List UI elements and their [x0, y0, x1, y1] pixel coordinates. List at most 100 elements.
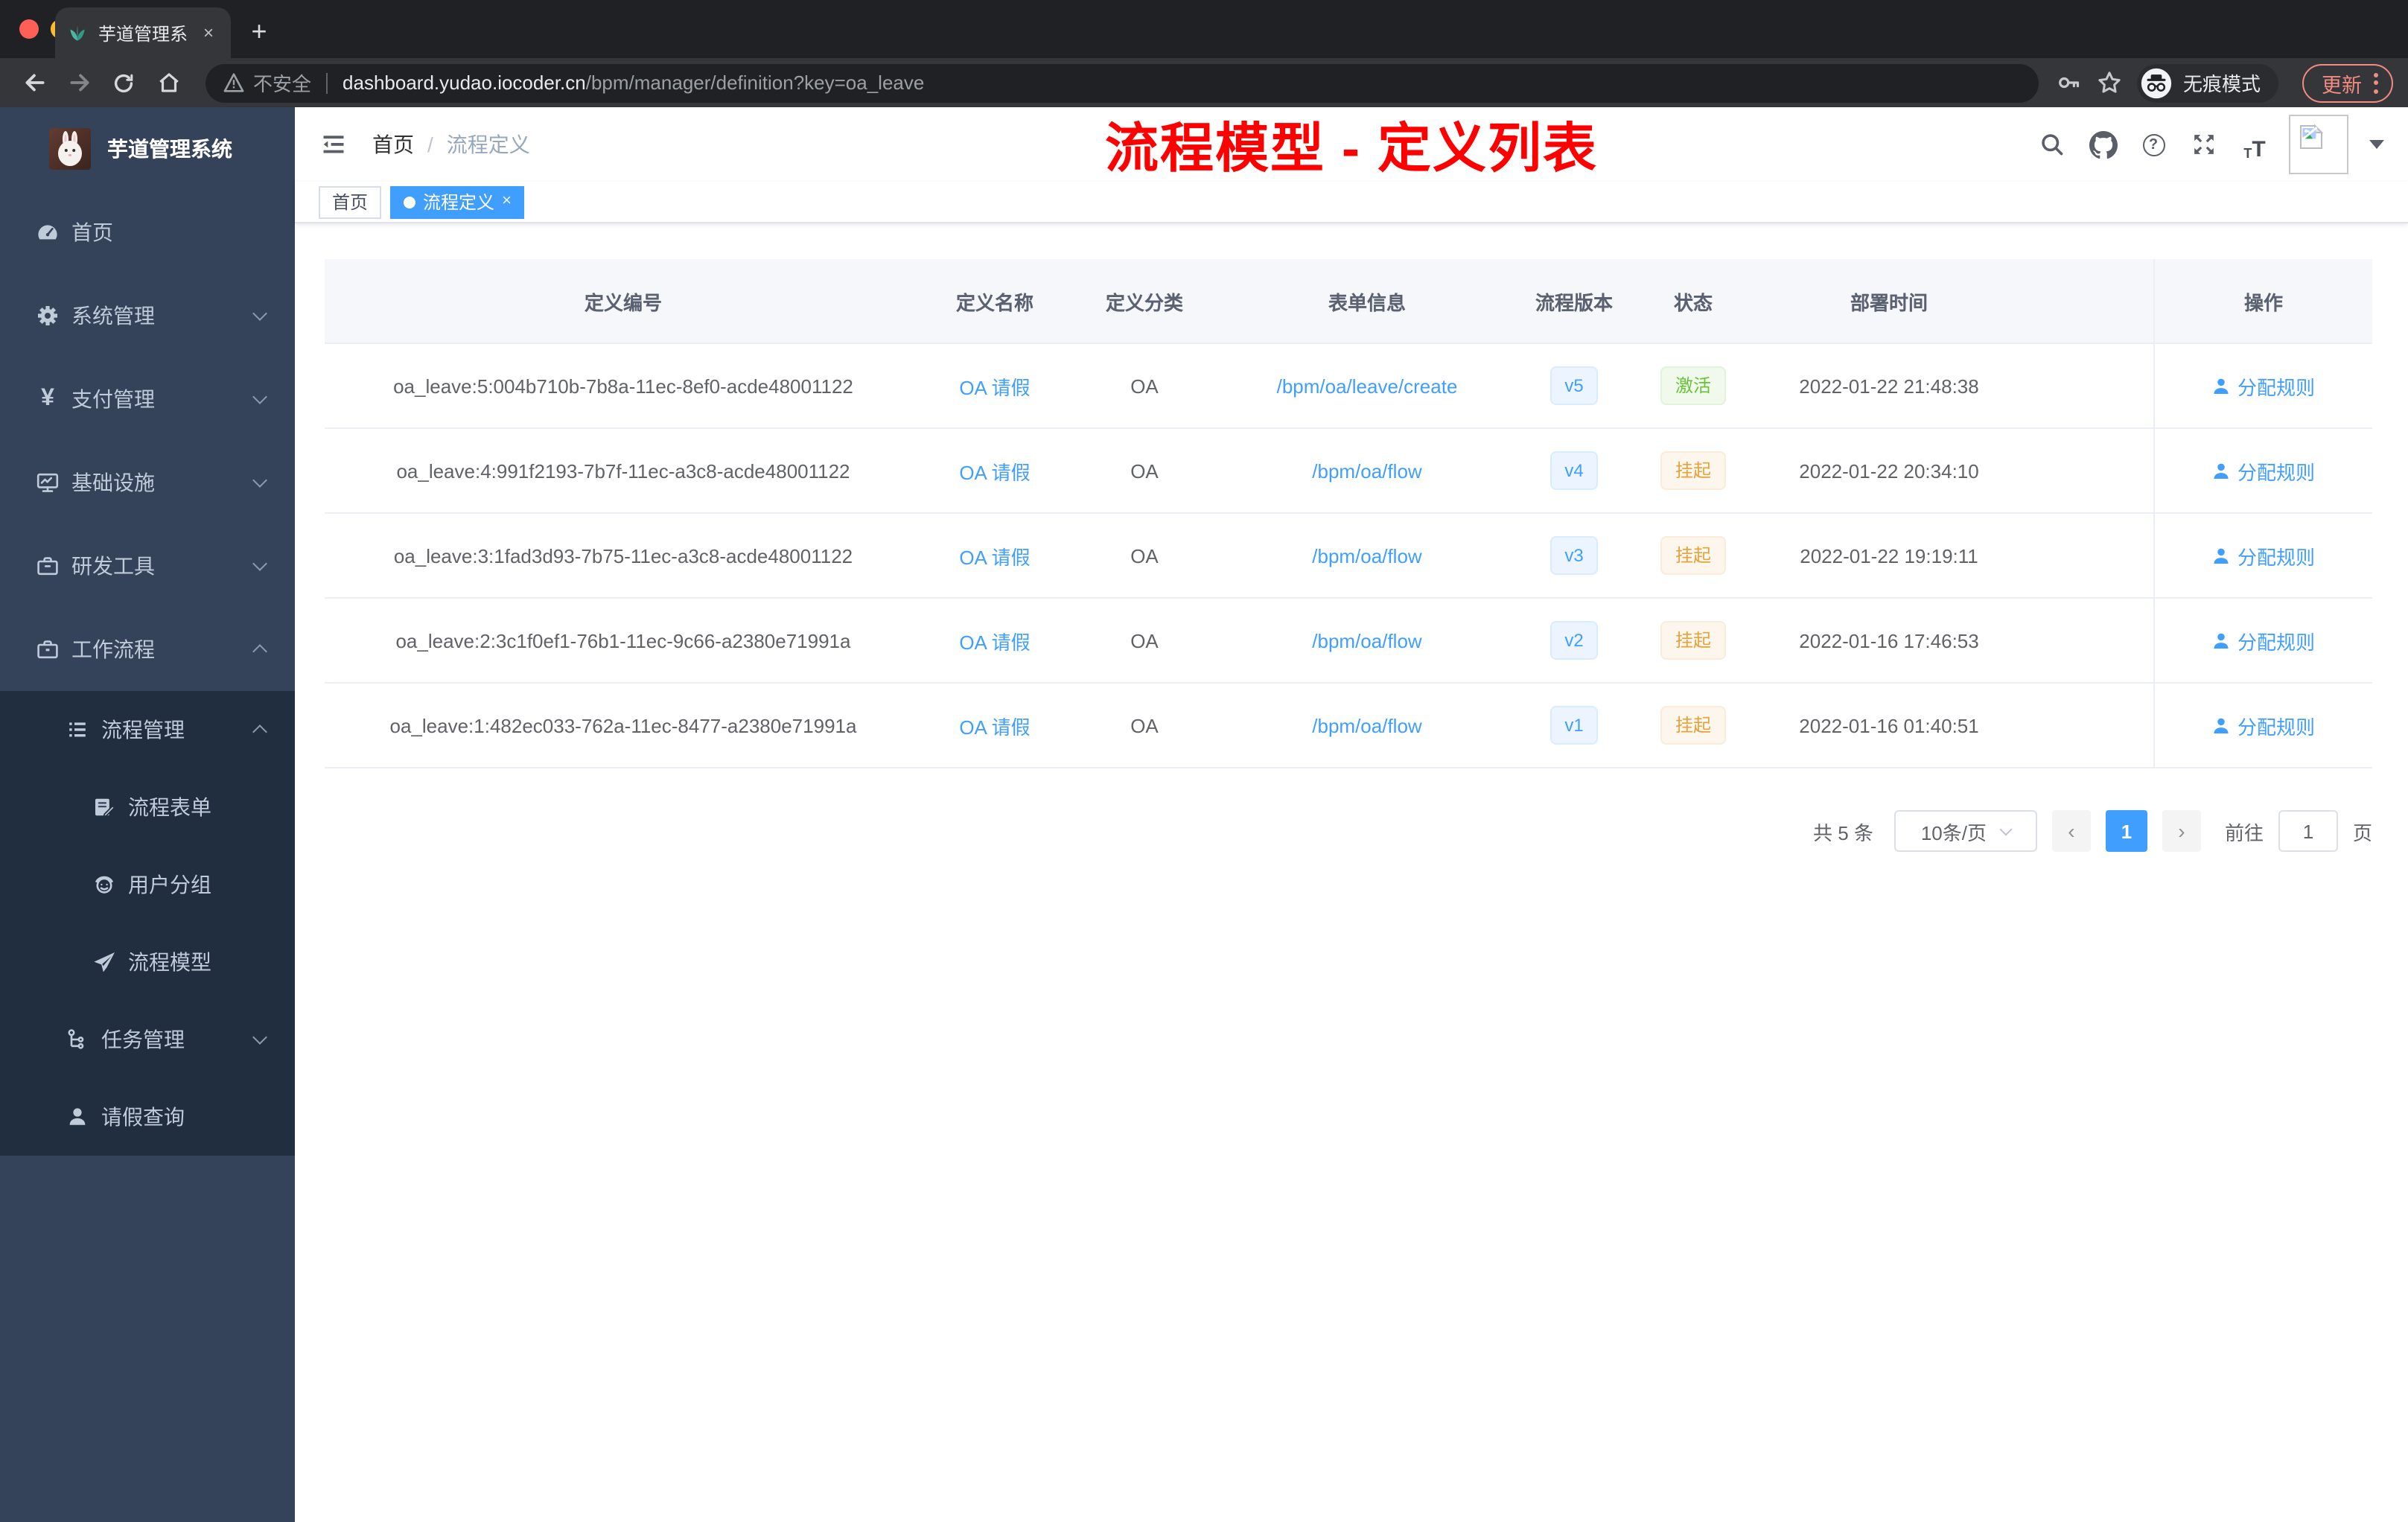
help-icon[interactable]: ?: [2137, 128, 2170, 161]
form-link[interactable]: /bpm/oa/leave/create: [1277, 375, 1458, 397]
fullscreen-icon[interactable]: [2188, 128, 2220, 161]
sidebar-item-label: 研发工具: [71, 554, 155, 578]
sidebar-item-label: 首页: [71, 220, 113, 244]
github-icon[interactable]: [2086, 128, 2119, 161]
browser-tab-strip: 芋道管理系统 × +: [0, 0, 2408, 58]
gear-icon: [36, 304, 60, 328]
assign-rule-button[interactable]: 分配规则: [2212, 456, 2315, 485]
definition-id: oa_leave:1:482ec033-762a-11ec-8477-a2380…: [389, 714, 857, 736]
paper-plane-icon: [92, 950, 116, 974]
definition-name-link[interactable]: OA 请假: [959, 456, 1030, 485]
url-text[interactable]: dashboard.yudao.iocoder.cn/bpm/manager/d…: [343, 71, 924, 94]
sidebar-item-process-form[interactable]: 流程表单: [0, 768, 295, 846]
home-icon[interactable]: [149, 63, 188, 102]
deploy-time: 2022-01-16 17:46:53: [1799, 629, 1979, 652]
sidebar-item-payment[interactable]: ¥ 支付管理: [0, 357, 295, 441]
version-badge: v2: [1549, 621, 1599, 660]
chevron-down-icon: [1999, 822, 2013, 835]
browser-tab[interactable]: 芋道管理系统 ×: [55, 7, 231, 58]
search-icon[interactable]: [2036, 128, 2068, 161]
collapse-sidebar-icon[interactable]: [319, 130, 348, 159]
tag-home[interactable]: 首页: [319, 185, 382, 218]
url-bar[interactable]: 不安全 dashboard.yudao.iocoder.cn/bpm/manag…: [206, 63, 2039, 102]
avatar-dropdown-caret-icon[interactable]: [2369, 140, 2384, 149]
navbar-actions: ? TT: [2036, 115, 2384, 174]
sidebar-item-label: 系统管理: [71, 304, 155, 328]
security-label[interactable]: 不安全: [253, 69, 311, 97]
user-icon: [2214, 547, 2229, 563]
sidebar: 芋道管理系统 首页 系统管理 ¥ 支付管理 基础设施 研发工具 工作流程 流程管…: [0, 107, 295, 1522]
definition-category: OA: [1130, 544, 1159, 567]
incognito-badge: 无痕模式: [2136, 63, 2278, 102]
sidebar-item-leave-query[interactable]: 请假查询: [0, 1078, 295, 1156]
bookmark-star-icon[interactable]: [2097, 70, 2122, 95]
form-link[interactable]: /bpm/oa/flow: [1312, 459, 1421, 482]
assign-rule-button[interactable]: 分配规则: [2212, 626, 2315, 655]
definition-id: oa_leave:3:1fad3d93-7b75-11ec-a3c8-acde4…: [393, 544, 853, 567]
goto-page-input[interactable]: [2278, 810, 2338, 852]
sidebar-item-label: 工作流程: [71, 637, 155, 661]
font-size-icon[interactable]: TT: [2238, 128, 2271, 161]
definition-name-link[interactable]: OA 请假: [959, 626, 1030, 655]
version-badge: v5: [1549, 366, 1599, 405]
column-header: 表单信息: [1328, 291, 1406, 313]
monitor-icon: [36, 471, 60, 494]
prev-page-button[interactable]: ‹: [2051, 810, 2091, 852]
back-icon[interactable]: [15, 63, 54, 102]
next-page-button[interactable]: ›: [2162, 810, 2201, 852]
sidebar-item-home[interactable]: 首页: [0, 191, 295, 274]
definition-name-link[interactable]: OA 请假: [959, 711, 1030, 739]
tab-close-icon[interactable]: ×: [198, 22, 219, 43]
page-1-button[interactable]: 1: [2105, 810, 2147, 852]
page-content: 定义编号 定义名称 定义分类 表单信息 流程版本 状态 部署时间 操作 oa_l…: [295, 223, 2408, 1522]
key-icon[interactable]: [2057, 70, 2082, 95]
sidebar-item-workflow[interactable]: 工作流程: [0, 608, 295, 691]
sidebar-item-process-model[interactable]: 流程模型: [0, 923, 295, 1001]
form-link[interactable]: /bpm/oa/flow: [1312, 629, 1421, 652]
new-tab-button[interactable]: +: [241, 13, 277, 49]
update-button[interactable]: 更新: [2302, 63, 2393, 102]
user-icon: [2214, 462, 2229, 478]
form-document-icon: [92, 795, 116, 819]
assign-rule-button[interactable]: 分配规则: [2212, 541, 2315, 570]
definition-name-link[interactable]: OA 请假: [959, 372, 1030, 400]
sidebar-item-label: 流程模型: [128, 950, 211, 974]
column-header: 定义编号: [584, 291, 662, 313]
assign-rule-button[interactable]: 分配规则: [2212, 711, 2315, 739]
column-header: 状态: [1673, 291, 1713, 313]
sidebar-item-process-mgmt[interactable]: 流程管理: [0, 691, 295, 768]
app-title: 芋道管理系统: [107, 137, 232, 161]
sidebar-item-devtools[interactable]: 研发工具: [0, 524, 295, 608]
browser-menu-dots-icon[interactable]: [2374, 72, 2378, 93]
deploy-time: 2022-01-22 20:34:10: [1799, 459, 1979, 482]
definition-id: oa_leave:2:3c1f0ef1-76b1-11ec-9c66-a2380…: [395, 629, 851, 652]
reload-icon[interactable]: [104, 63, 143, 102]
sidebar-item-task-mgmt[interactable]: 任务管理: [0, 1001, 295, 1078]
tag-process-definition[interactable]: 流程定义 ×: [390, 185, 525, 218]
forward-icon[interactable]: [60, 63, 98, 102]
definition-category: OA: [1130, 714, 1159, 736]
column-header: 定义名称: [955, 291, 1033, 313]
breadcrumb-home[interactable]: 首页: [372, 130, 414, 159]
security-warning-icon[interactable]: [223, 73, 244, 92]
page-size-select[interactable]: 10条/页: [1893, 810, 2037, 852]
briefcase-icon: [36, 637, 60, 661]
pagination-total: 共 5 条: [1813, 821, 1873, 844]
deploy-time: 2022-01-16 01:40:51: [1799, 714, 1979, 736]
status-badge: 挂起: [1660, 536, 1726, 575]
form-link[interactable]: /bpm/oa/flow: [1312, 714, 1421, 736]
form-link[interactable]: /bpm/oa/flow: [1312, 544, 1421, 567]
sidebar-item-system[interactable]: 系统管理: [0, 274, 295, 357]
sidebar-item-infra[interactable]: 基础设施: [0, 441, 295, 524]
tag-label: 首页: [332, 192, 369, 213]
definition-name-link[interactable]: OA 请假: [959, 541, 1030, 570]
avatar[interactable]: [2289, 115, 2348, 174]
url-domain: dashboard.yudao.iocoder.cn: [343, 71, 586, 94]
sidebar-logo[interactable]: 芋道管理系统: [0, 107, 295, 191]
table-row: oa_leave:4:991f2193-7b7f-11ec-a3c8-acde4…: [325, 429, 2372, 514]
tag-close-icon[interactable]: ×: [502, 193, 512, 210]
assign-rule-button[interactable]: 分配规则: [2212, 372, 2315, 400]
sidebar-item-user-group[interactable]: 用户分组: [0, 846, 295, 923]
close-window-button[interactable]: [19, 19, 39, 39]
url-path: /bpm/manager/definition?key=oa_leave: [585, 71, 925, 94]
